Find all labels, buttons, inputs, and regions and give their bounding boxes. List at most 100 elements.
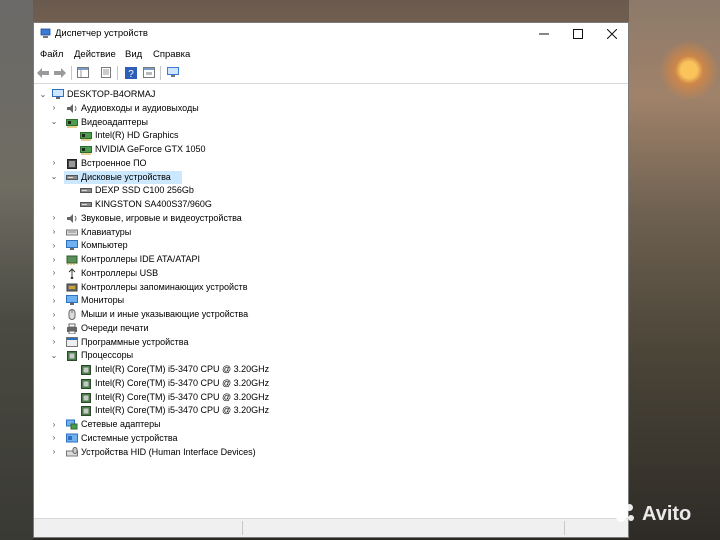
tree-device-item[interactable]: Intel(R) Core(TM) i5-3470 CPU @ 3.20GHz: [78, 377, 298, 390]
maximize-icon: [573, 29, 583, 39]
tree-device-item[interactable]: KINGSTON SA400S37/960G: [78, 198, 298, 211]
tree-item-label: Intel(R) Core(TM) i5-3470 CPU @ 3.20GHz: [95, 391, 270, 402]
processor-icon: [81, 406, 91, 417]
menu-help[interactable]: Справка: [153, 49, 190, 60]
storage-controller-icon: [66, 283, 78, 291]
tree-category-item[interactable]: › Контроллеры запоминающих устройств: [53, 281, 284, 294]
usb-icon: [68, 268, 76, 279]
arrow-right-icon: [54, 67, 66, 78]
tree-item-label: Компьютер: [81, 240, 128, 251]
tree-item-label: Звуковые, игровые и видеоустройства: [81, 212, 242, 223]
tree-category-item[interactable]: › Звуковые, игровые и видеоустройства: [53, 212, 284, 225]
window-view-icon: [143, 67, 155, 78]
chevron-down-icon[interactable]: ⌄: [50, 172, 58, 182]
speaker-icon: [67, 213, 77, 223]
title-bar[interactable]: Диспетчер устройств: [34, 23, 628, 45]
chevron-right-icon[interactable]: ›: [50, 254, 58, 264]
toolbar: ?: [34, 63, 628, 84]
tree-category-item[interactable]: › Компьютер: [53, 239, 284, 252]
tree-item-label: NVIDIA GeForce GTX 1050: [95, 144, 206, 154]
chevron-right-icon[interactable]: ›: [50, 419, 58, 429]
chevron-right-icon[interactable]: ›: [50, 309, 58, 319]
chevron-right-icon[interactable]: ›: [50, 282, 58, 292]
close-icon: [607, 29, 617, 39]
avito-watermark: Avito: [614, 500, 691, 528]
device-tree[interactable]: ⌄ DESKTOP-B4ORMAJ › Аудиовходы и аудиовыход…: [34, 84, 628, 518]
tree-item-label: Мониторы: [81, 295, 125, 306]
scan-hardware-button[interactable]: [166, 66, 180, 79]
menu-file[interactable]: Файл: [40, 49, 63, 60]
action-view-button[interactable]: [142, 66, 156, 79]
tree-category-item[interactable]: › Мыши и иные указывающие устройства: [53, 308, 284, 321]
tree-item-label: Процессоры: [81, 350, 134, 361]
toolbar-separator: [71, 66, 72, 80]
tree-device-item[interactable]: Intel(R) Core(TM) i5-3470 CPU @ 3.20GHz: [78, 363, 298, 376]
chevron-right-icon[interactable]: ›: [50, 158, 58, 168]
tree-category-item[interactable]: ⌄ Процессоры: [51, 349, 284, 362]
tree-category-item[interactable]: › Очереди печати: [53, 322, 284, 335]
properties-button[interactable]: [99, 66, 113, 79]
show-hide-console-tree-button[interactable]: [76, 66, 90, 79]
tree-category-item[interactable]: › Контроллеры IDE ATA/ATAPI: [53, 253, 284, 266]
tree-device-item[interactable]: Intel(R) Core(TM) i5-3470 CPU @ 3.20GHz: [78, 391, 298, 404]
chevron-right-icon[interactable]: ›: [50, 433, 58, 443]
chevron-right-icon[interactable]: ›: [50, 447, 58, 457]
device-manager-icon: [40, 28, 51, 38]
tree-category-item[interactable]: › Клавиатуры: [53, 226, 284, 239]
chevron-right-icon[interactable]: ›: [50, 103, 58, 113]
tree-category-item[interactable]: › Аудиовходы и аудиовыходы: [53, 102, 284, 115]
tree-device-item[interactable]: Intel(R) Core(TM) i5-3470 CPU @ 3.20GHz: [78, 404, 298, 417]
system-device-icon: [66, 433, 78, 443]
chevron-down-icon[interactable]: ⌄: [39, 89, 47, 99]
menu-view[interactable]: Вид: [125, 49, 142, 60]
svg-text:?: ?: [128, 69, 134, 79]
chevron-right-icon[interactable]: ›: [50, 240, 58, 250]
chevron-right-icon[interactable]: ›: [50, 268, 58, 278]
tree-category-item[interactable]: › Мониторы: [53, 294, 284, 307]
toolbar-separator: [117, 66, 118, 80]
tree-category-item[interactable]: › Системные устройства: [53, 432, 284, 445]
minimize-icon: [539, 33, 549, 35]
tree-item-label: Видеоадаптеры: [81, 116, 148, 127]
avito-wordmark: Avito: [642, 502, 692, 525]
tree-item-label: Контроллеры USB: [81, 267, 159, 278]
chevron-right-icon[interactable]: ›: [50, 323, 58, 333]
tree-category-item[interactable]: › Контроллеры USB: [53, 267, 284, 280]
tree-item-label: Программные устройства: [81, 336, 189, 347]
tree-item-label: DEXP SSD C100 256Gb: [95, 185, 194, 196]
back-button[interactable]: [36, 66, 50, 79]
menu-bar: Файл Действие Вид Справка: [34, 45, 628, 63]
chevron-right-icon[interactable]: ›: [50, 227, 58, 237]
chevron-down-icon[interactable]: ⌄: [50, 117, 58, 127]
forward-button[interactable]: [53, 66, 67, 79]
chevron-right-icon[interactable]: ›: [50, 213, 58, 223]
computer-root-icon: [52, 89, 64, 99]
tree-device-item[interactable]: NVIDIA GeForce GTX 1050: [78, 143, 298, 156]
tree-device-item[interactable]: Intel(R) HD Graphics: [78, 129, 298, 142]
status-bar: [34, 518, 628, 537]
processor-icon: [81, 378, 91, 389]
tree-category-item[interactable]: › Программные устройства: [53, 336, 284, 349]
tree-category-item[interactable]: › Устройства HID (Human Interface Devices…: [53, 446, 284, 459]
chevron-down-icon[interactable]: ⌄: [50, 350, 58, 360]
tree-category-item[interactable]: ⌄ Дисковые устройства: [51, 170, 182, 184]
desktop-background-right: [629, 0, 720, 540]
maximize-button[interactable]: [561, 23, 595, 45]
minimize-button[interactable]: [527, 23, 561, 45]
tree-category-item[interactable]: › Встроенное ПО: [53, 157, 284, 170]
status-bar-separator: [564, 521, 565, 535]
menu-action[interactable]: Действие: [74, 49, 116, 60]
tree-category-item[interactable]: ⌄ Видеоадаптеры: [51, 116, 284, 129]
close-button[interactable]: [595, 23, 629, 45]
window-title: Диспетчер устройств: [55, 28, 148, 39]
help-button[interactable]: ?: [124, 66, 138, 79]
tree-category-item[interactable]: › Сетевые адаптеры: [53, 418, 284, 431]
tree-item-label: Системные устройства: [81, 432, 178, 443]
tree-root[interactable]: ⌄ DESKTOP-B4ORMAJ: [36, 88, 196, 101]
console-tree-icon: [77, 67, 89, 78]
chevron-right-icon[interactable]: ›: [50, 337, 58, 347]
tree-device-item[interactable]: DEXP SSD C100 256Gb: [78, 184, 298, 197]
tree-item-label: Сетевые адаптеры: [81, 419, 161, 429]
processor-icon: [81, 392, 91, 403]
chevron-right-icon[interactable]: ›: [50, 295, 58, 305]
